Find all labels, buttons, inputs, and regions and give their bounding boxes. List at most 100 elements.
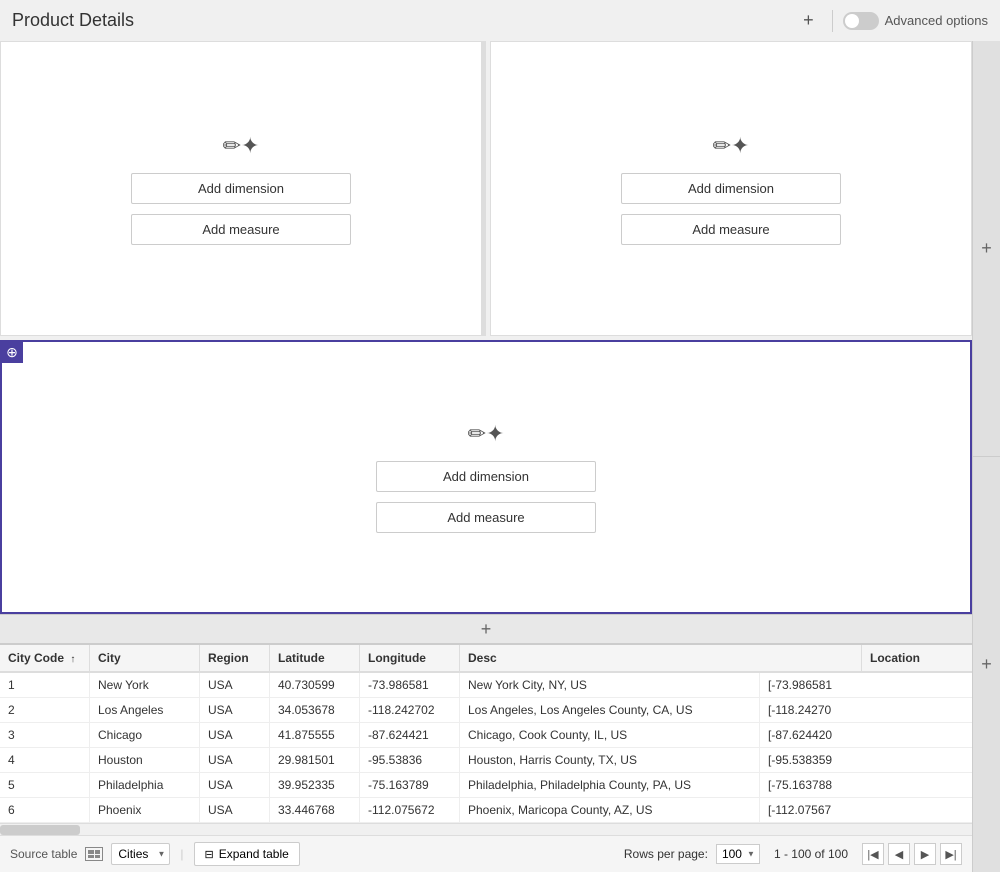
- add-dimension-btn-bottom[interactable]: Add dimension: [376, 461, 596, 492]
- rows-per-page-select[interactable]: 100 50 25: [716, 844, 760, 864]
- td-city: Los Angeles: [90, 698, 200, 722]
- table-select-wrap[interactable]: Cities: [111, 843, 170, 865]
- td-latitude: 39.952335: [270, 773, 360, 797]
- source-table-label: Source table: [10, 847, 77, 861]
- panel-bottom: ⊕ ✏✦ Add dimension Add measure: [0, 340, 972, 614]
- footer-right: Rows per page: 100 50 25 1 - 100 of 100 …: [624, 843, 962, 865]
- panel-divider: [482, 41, 486, 336]
- table-row: 3 Chicago USA 41.875555 -87.624421 Chica…: [0, 723, 972, 748]
- th-desc[interactable]: Desc: [460, 645, 862, 671]
- horizontal-scrollbar[interactable]: [0, 823, 972, 835]
- table-body: 1 New York USA 40.730599 -73.986581 New …: [0, 673, 972, 823]
- td-latitude: 41.875555: [270, 723, 360, 747]
- th-region[interactable]: Region: [200, 645, 270, 671]
- sidebar-add-top[interactable]: +: [973, 41, 1000, 457]
- next-page-btn[interactable]: ▶: [914, 843, 936, 865]
- last-page-btn[interactable]: ▶|: [940, 843, 962, 865]
- td-location: [-95.538359: [760, 748, 870, 772]
- td-city: New York: [90, 673, 200, 697]
- bottom-section: ⊕ ✏✦ Add dimension Add measure: [0, 340, 972, 614]
- table-row: 5 Philadelphia USA 39.952335 -75.163789 …: [0, 773, 972, 798]
- add-button[interactable]: +: [795, 8, 822, 33]
- td-latitude: 34.053678: [270, 698, 360, 722]
- advanced-toggle[interactable]: [843, 12, 879, 30]
- th-city[interactable]: City: [90, 645, 200, 671]
- expand-table-button[interactable]: ⊟ Expand table: [194, 842, 300, 866]
- right-sidebar: + +: [972, 41, 1000, 872]
- header: Product Details + Advanced options: [0, 0, 1000, 41]
- table-row: 6 Phoenix USA 33.446768 -112.075672 Phoe…: [0, 798, 972, 823]
- table-row: 1 New York USA 40.730599 -73.986581 New …: [0, 673, 972, 698]
- main-area: ✏✦ Add dimension Add measure ✏✦ Add dime…: [0, 41, 1000, 872]
- td-latitude: 29.981501: [270, 748, 360, 772]
- td-desc: New York City, NY, US: [460, 673, 760, 697]
- td-region: USA: [200, 673, 270, 697]
- td-desc: Chicago, Cook County, IL, US: [460, 723, 760, 747]
- add-section-icon: +: [481, 619, 492, 640]
- advanced-label: Advanced options: [885, 13, 988, 28]
- td-desc: Houston, Harris County, TX, US: [460, 748, 760, 772]
- table-row: 4 Houston USA 29.981501 -95.53836 Housto…: [0, 748, 972, 773]
- expand-icon: ⊟: [205, 848, 214, 861]
- td-city-code: 6: [0, 798, 90, 822]
- td-desc: Phoenix, Maricopa County, AZ, US: [460, 798, 760, 822]
- td-city: Chicago: [90, 723, 200, 747]
- add-section-row[interactable]: +: [0, 614, 972, 644]
- main-column: ✏✦ Add dimension Add measure ✏✦ Add dime…: [0, 41, 972, 872]
- td-region: USA: [200, 798, 270, 822]
- th-location[interactable]: Location: [862, 645, 972, 671]
- sort-arrow-city-code: ↑: [70, 654, 75, 665]
- td-city-code: 1: [0, 673, 90, 697]
- data-table: City Code ↑ City Region Latitude Longitu…: [0, 644, 972, 835]
- top-panels-row: ✏✦ Add dimension Add measure ✏✦ Add dime…: [0, 41, 972, 336]
- td-region: USA: [200, 773, 270, 797]
- td-longitude: -73.986581: [360, 673, 460, 697]
- td-longitude: -112.075672: [360, 798, 460, 822]
- td-region: USA: [200, 723, 270, 747]
- sidebar-add-bottom[interactable]: +: [973, 457, 1000, 872]
- td-location: [-118.24270: [760, 698, 870, 722]
- td-location: [-87.624420: [760, 723, 870, 747]
- table-icon: [85, 847, 103, 861]
- header-actions: + Advanced options: [795, 8, 988, 33]
- th-longitude[interactable]: Longitude: [360, 645, 460, 671]
- table-header: City Code ↑ City Region Latitude Longitu…: [0, 645, 972, 673]
- td-city: Phoenix: [90, 798, 200, 822]
- th-city-code[interactable]: City Code ↑: [0, 645, 90, 671]
- td-desc: Los Angeles, Los Angeles County, CA, US: [460, 698, 760, 722]
- add-dimension-btn-top-left[interactable]: Add dimension: [131, 173, 351, 204]
- add-dimension-btn-top-right[interactable]: Add dimension: [621, 173, 841, 204]
- first-page-btn[interactable]: |◀: [862, 843, 884, 865]
- td-latitude: 40.730599: [270, 673, 360, 697]
- toggle-knob: [845, 14, 859, 28]
- pagination-nav: |◀ ◀ ▶ ▶|: [862, 843, 962, 865]
- td-longitude: -87.624421: [360, 723, 460, 747]
- table-select[interactable]: Cities: [111, 843, 170, 865]
- advanced-toggle-wrap: Advanced options: [843, 12, 988, 30]
- td-city-code: 4: [0, 748, 90, 772]
- td-desc: Philadelphia, Philadelphia County, PA, U…: [460, 773, 760, 797]
- divider: [832, 10, 833, 32]
- td-city-code: 2: [0, 698, 90, 722]
- add-measure-btn-top-left[interactable]: Add measure: [131, 214, 351, 245]
- footer-bar: Source table Cities | ⊟ Expand table: [0, 835, 972, 872]
- page-range: 1 - 100 of 100: [774, 847, 848, 861]
- td-longitude: -118.242702: [360, 698, 460, 722]
- move-handle[interactable]: ⊕: [1, 341, 23, 363]
- th-latitude[interactable]: Latitude: [270, 645, 360, 671]
- add-measure-btn-top-right[interactable]: Add measure: [621, 214, 841, 245]
- td-location: [-73.986581: [760, 673, 870, 697]
- add-measure-btn-bottom[interactable]: Add measure: [376, 502, 596, 533]
- td-latitude: 33.446768: [270, 798, 360, 822]
- td-location: [-112.07567: [760, 798, 870, 822]
- h-scroll-thumb[interactable]: [0, 825, 80, 835]
- td-city: Houston: [90, 748, 200, 772]
- panel-top-right: ✏✦ Add dimension Add measure: [490, 41, 972, 336]
- td-city-code: 5: [0, 773, 90, 797]
- panel-top-left: ✏✦ Add dimension Add measure: [0, 41, 482, 336]
- wand-icon-bottom: ✏✦: [468, 421, 505, 447]
- rows-per-page-wrap[interactable]: 100 50 25: [716, 844, 760, 864]
- td-location: [-75.163788: [760, 773, 870, 797]
- td-region: USA: [200, 748, 270, 772]
- prev-page-btn[interactable]: ◀: [888, 843, 910, 865]
